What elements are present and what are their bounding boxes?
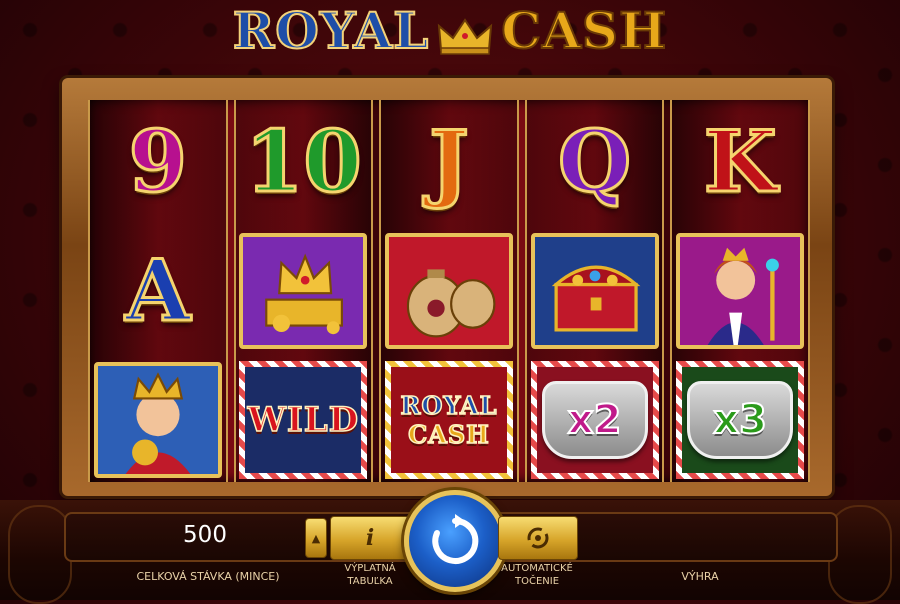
info-icon: i (365, 525, 375, 551)
treasure-chest-icon (551, 265, 640, 332)
crown-icon (438, 18, 493, 55)
reel-1-row-3 (90, 357, 226, 482)
reel-3: J ROYAL CASH (379, 100, 519, 482)
gold-crown-icon (265, 253, 344, 335)
symbol-tile (530, 232, 659, 349)
refresh-arrow-icon (432, 514, 479, 564)
reel-4-row-3: x2 (527, 357, 663, 482)
reel-1-row-2: A (90, 229, 226, 354)
autoplay-button[interactable] (498, 516, 578, 560)
symbol-letter: 10 (243, 112, 363, 212)
symbol-letter: J (428, 112, 471, 212)
multiplier-symbol: x3 (676, 361, 804, 479)
royal-cash-scatter-symbol: ROYAL CASH (385, 361, 513, 479)
reel-3-row-2 (381, 229, 517, 354)
reel-4-row-2 (527, 229, 663, 354)
wild-symbol: WILD (239, 361, 367, 479)
win-label: VÝHRA (681, 570, 719, 583)
scatter-word-cash: CASH (407, 419, 490, 450)
caret-up-icon: ▲ (311, 531, 321, 545)
symbol-tile (239, 232, 368, 349)
reel-2-row-2 (236, 229, 372, 354)
logo-word-cash: CASH (500, 0, 668, 61)
total-bet-value: 500 (183, 522, 227, 548)
reel-5: Kx3 (670, 100, 810, 482)
reel-2: 10 WILD (233, 100, 374, 482)
reel-4-row-1: Q (527, 100, 663, 225)
autoplay-label: AUTOMATICKÉ TOČENIE (501, 563, 573, 587)
reel-3-row-3: ROYAL CASH (381, 357, 517, 482)
paytable-button[interactable]: i (330, 516, 410, 560)
shield-icon: x3 (687, 380, 794, 459)
symbol-tile (93, 361, 222, 478)
paytable-label: VÝPLATNÁ TABUĽKA (344, 563, 396, 587)
money-bags-icon (406, 269, 496, 338)
total-bet-label: CELKOVÁ STÁVKA (MINCE) (136, 570, 280, 583)
reel-grid: 9 A 10 WILD J ROYAL CASH Qx2 Kx3 (88, 100, 810, 482)
reel-5-row-2 (672, 229, 808, 354)
multiplier-label: x2 (567, 396, 623, 444)
game-logo: ROYAL CASH (210, 0, 690, 66)
ornament-left (8, 505, 72, 604)
symbol-letter: 9 (127, 112, 188, 212)
autoplay-cycle-icon (527, 527, 549, 549)
reel-1: 9A (88, 100, 228, 482)
wild-label: WILD (247, 399, 360, 441)
multiplier-label: x3 (712, 396, 768, 444)
bet-adjust-button[interactable]: ▲ (305, 518, 327, 558)
symbol-tile (384, 232, 513, 349)
reel-2-row-3: WILD (236, 357, 372, 482)
multiplier-symbol: x2 (531, 361, 659, 479)
scatter-word-royal: ROYAL (400, 390, 498, 421)
logo-word-royal: ROYAL (232, 0, 430, 61)
queen-icon (707, 247, 780, 345)
reel-3-row-1: J (381, 100, 517, 225)
symbol-letter: Q (556, 112, 632, 212)
king-icon (125, 371, 191, 474)
reel-1-row-1: 9 (90, 100, 226, 225)
symbol-tile (676, 232, 805, 349)
reel-5-row-1: K (672, 100, 808, 225)
shield-icon: x2 (541, 380, 648, 459)
symbol-letter: A (124, 240, 192, 340)
symbol-letter: K (702, 112, 778, 212)
reel-2-row-1: 10 (236, 100, 372, 225)
reel-5-row-3: x3 (672, 357, 808, 482)
reel-4: Qx2 (524, 100, 665, 482)
